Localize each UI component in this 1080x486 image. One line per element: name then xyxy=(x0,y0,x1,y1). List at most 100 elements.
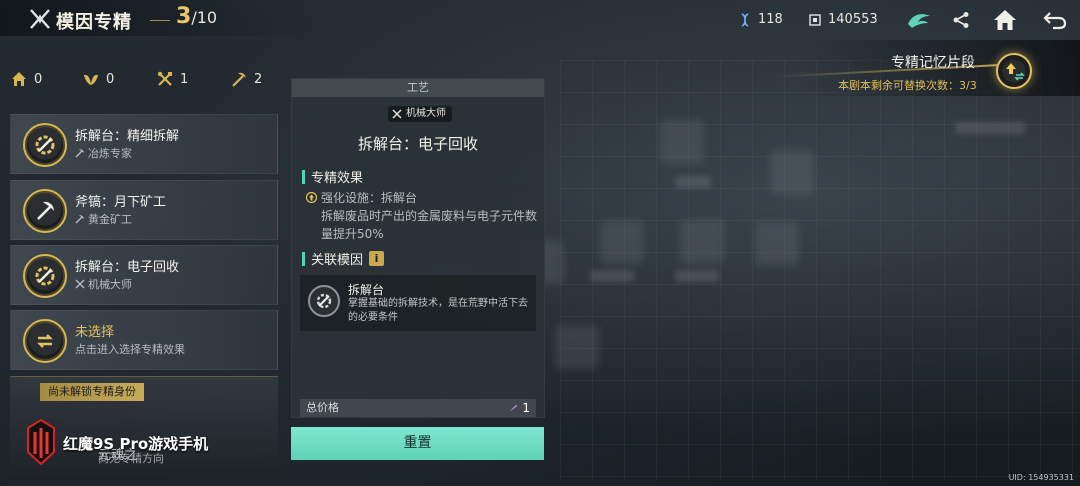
effect-facility-text: 强化设施：拆解台 xyxy=(321,191,418,205)
pickaxe-icon xyxy=(75,149,84,158)
stat-house: 0 xyxy=(10,70,42,88)
panel-title: 拆解台：电子回收 xyxy=(357,135,478,153)
blurred-node xyxy=(660,120,704,164)
price-number: 1 xyxy=(522,401,530,415)
section-accent xyxy=(302,169,305,184)
blurred-node xyxy=(770,150,814,194)
role-tag: 机械大师 xyxy=(388,106,452,122)
device-watermark: 红魔9S Pro游戏手机 xyxy=(63,435,209,453)
spec-role: 机械大师 xyxy=(75,276,132,292)
price-label: 总价格 xyxy=(306,401,339,414)
gene-currency-icon xyxy=(741,12,749,27)
total-price: 总价格 1 xyxy=(300,399,536,417)
effect-description: 拆解废品时产出的金属废料与电子元件数量提升50% xyxy=(321,209,538,241)
blurred-label xyxy=(675,270,719,282)
role-tag-text: 机械大师 xyxy=(406,108,446,119)
share-icon xyxy=(953,12,969,28)
spec-hint: 点击进入选择专精效果 xyxy=(75,343,185,356)
blurred-node xyxy=(755,222,799,266)
section-accent xyxy=(302,251,305,266)
gene-currency: 118 xyxy=(738,12,783,27)
spec-role-text: 机械大师 xyxy=(88,278,132,291)
stat-value: 0 xyxy=(34,71,43,87)
uid-label: UID: 154935331 xyxy=(1008,473,1074,482)
spec-card-unselected[interactable]: 未选择 点击进入选择专精效果 xyxy=(10,310,278,370)
spec-name: 未选择 xyxy=(75,325,115,340)
top-bar: 模因专精 3/10 118 140553 xyxy=(0,0,1080,40)
related-section-title: 关联模因 i xyxy=(302,249,385,268)
quill-icon xyxy=(509,404,518,412)
spec-card-refined-dismantle[interactable]: 拆解台：精细拆解 冶炼专家 xyxy=(10,114,278,174)
meme-spec-icon xyxy=(30,9,50,29)
title-divider xyxy=(150,20,170,21)
chip-currency: 140553 xyxy=(808,12,878,27)
house-icon xyxy=(12,72,26,86)
gene-name: 拆解台 xyxy=(348,283,385,297)
back-button[interactable] xyxy=(1042,8,1068,32)
gene-description: 掌握基础的拆解技术，是在荒野中活下去的必要条件 xyxy=(348,298,528,323)
swap-badge-icon xyxy=(23,319,67,363)
blurred-label xyxy=(675,176,711,188)
related-gene[interactable]: 拆解台 掌握基础的拆解技术，是在荒野中活下去的必要条件 xyxy=(300,275,536,331)
info-icon[interactable]: i xyxy=(369,251,385,266)
upgrade-icon xyxy=(306,192,317,203)
effect-section-label: 专精效果 xyxy=(311,171,364,186)
spec-name: 拆解台：电子回收 xyxy=(75,260,180,275)
spec-card-moonlight-miner[interactable]: 斧镐：月下矿工 黄金矿工 xyxy=(10,180,278,240)
locked-tag: 尚未解锁专精身份 xyxy=(40,383,144,401)
home-icon xyxy=(994,10,1016,30)
blurred-node xyxy=(680,220,724,264)
gene-currency-value: 118 xyxy=(758,12,783,27)
pickaxe-icon xyxy=(75,215,84,224)
blurred-node xyxy=(600,220,644,264)
blurred-label xyxy=(590,270,634,282)
crossed-tools-icon xyxy=(157,71,172,86)
spec-role-text: 黄金矿工 xyxy=(88,213,132,226)
panel-category: 工艺 xyxy=(292,79,544,97)
progress-total: /10 xyxy=(191,8,218,27)
progress-current: 3 xyxy=(176,4,192,29)
chip-currency-value: 140553 xyxy=(828,12,878,27)
memory-fragment-button[interactable] xyxy=(996,53,1032,89)
spec-detail-panel: 工艺 机械大师 拆解台：电子回收 专精效果 强化设施：拆解台 拆解废品时产出的金… xyxy=(291,78,545,418)
blurred-node xyxy=(555,325,599,369)
dismantle-badge-icon xyxy=(23,254,67,298)
reset-button[interactable]: 重置 xyxy=(291,427,544,460)
stat-leaf: 0 xyxy=(82,70,114,88)
home-button[interactable] xyxy=(992,8,1018,32)
faction-emblem-icon xyxy=(908,14,930,28)
stat-pickaxe: 2 xyxy=(230,70,262,88)
leaf-icon xyxy=(84,74,98,85)
stat-value: 1 xyxy=(180,71,189,87)
crossed-tools-icon xyxy=(75,279,85,289)
spec-card-electronic-recycle[interactable]: 拆解台：电子回收 机械大师 xyxy=(10,245,278,305)
stat-value: 0 xyxy=(106,71,115,87)
crossed-tools-icon xyxy=(392,109,402,119)
device-brand-logo xyxy=(27,418,55,466)
pickaxe-badge-icon xyxy=(23,189,67,233)
dismantle-badge-icon xyxy=(23,123,67,167)
effect-section-title: 专精效果 xyxy=(302,167,363,186)
page-title: 模因专精 xyxy=(56,12,132,33)
dismantle-gear-icon xyxy=(308,285,340,317)
spec-progress: 3/10 xyxy=(176,4,217,29)
spec-role: 冶炼专家 xyxy=(75,145,132,161)
upgrade-swap-icon xyxy=(1006,63,1025,81)
stat-tools: 1 xyxy=(156,70,188,88)
back-icon xyxy=(1043,12,1067,30)
memory-replace-count: 本剧本剩余可替换次数：3/3 xyxy=(838,79,977,92)
stat-value: 2 xyxy=(254,71,263,87)
chip-currency-icon xyxy=(809,13,821,26)
faction-emblem-button[interactable] xyxy=(904,8,934,32)
memory-title: 专精记忆片段 xyxy=(891,55,975,71)
spec-role-text: 冶炼专家 xyxy=(88,147,132,160)
pickaxe-icon xyxy=(232,72,246,87)
effect-facility: 强化设施：拆解台 xyxy=(306,189,417,206)
spec-role: 黄金矿工 xyxy=(75,211,132,227)
price-value: 1 xyxy=(508,399,530,417)
spec-name: 拆解台：精细拆解 xyxy=(75,129,180,144)
blurred-label xyxy=(955,122,1025,134)
related-section-label: 关联模因 xyxy=(311,253,364,268)
spec-name: 斧镐：月下矿工 xyxy=(75,195,167,210)
share-button[interactable] xyxy=(948,8,974,32)
